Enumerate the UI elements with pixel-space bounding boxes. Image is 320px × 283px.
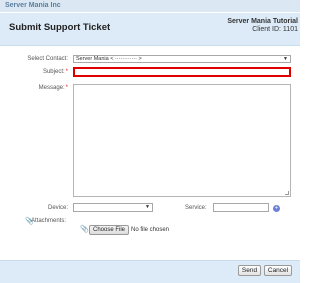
subject-input[interactable]: [73, 67, 291, 77]
paperclip-icon: 📎: [80, 225, 89, 233]
chevron-down-icon: ▼: [145, 204, 150, 210]
attachments-label: Attachments:: [31, 218, 67, 224]
device-dropdown[interactable]: ▼: [73, 203, 153, 212]
send-button[interactable]: Send: [238, 265, 261, 276]
cancel-button[interactable]: Cancel: [264, 265, 292, 276]
required-marker: *: [65, 85, 68, 91]
top-bar: Server Mania Inc: [0, 0, 300, 12]
service-plus-icon[interactable]: +: [273, 205, 280, 212]
client-id: Client ID: 1101: [252, 26, 298, 33]
select-contact-label: Select Contact:: [27, 56, 68, 62]
choose-file-button[interactable]: Choose File: [89, 225, 130, 235]
required-marker: *: [65, 69, 68, 75]
message-label: Message:*: [38, 85, 68, 91]
client-name: Server Mania Tutorial: [227, 18, 298, 25]
select-contact-value: Server Mania < ············ >: [76, 56, 142, 62]
subject-label: Subject:*: [42, 69, 68, 75]
page-title: Submit Support Ticket: [9, 22, 111, 33]
message-textarea[interactable]: [73, 84, 291, 197]
company-name: Server Mania Inc: [5, 2, 61, 9]
device-label: Device:: [47, 205, 68, 211]
service-label: Service:: [185, 205, 207, 211]
chevron-down-icon: ▼: [283, 56, 288, 62]
file-status-text: No file chosen: [131, 227, 170, 233]
service-input[interactable]: [213, 203, 269, 212]
select-contact-dropdown[interactable]: Server Mania < ············ > ▼: [73, 55, 291, 63]
resize-handle-icon[interactable]: [285, 191, 289, 195]
